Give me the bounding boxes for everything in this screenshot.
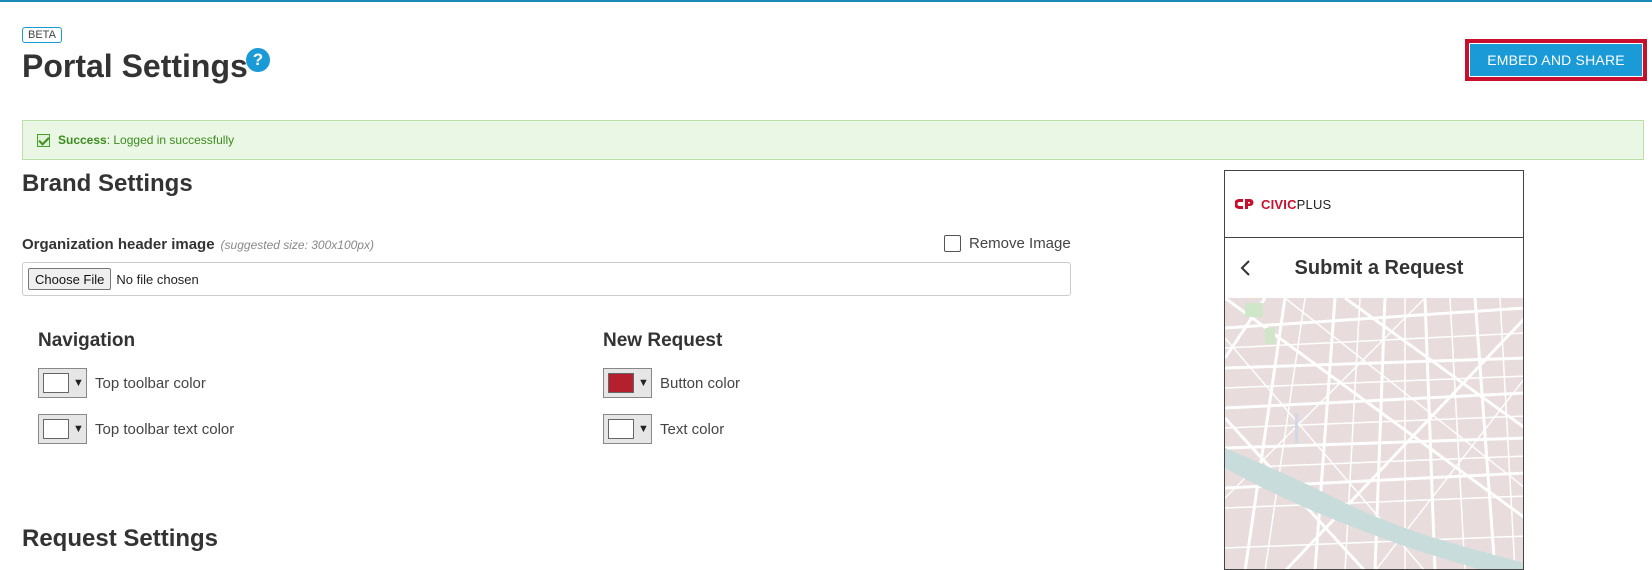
button-color-label: Button color — [660, 374, 741, 392]
caret-down-icon: ▼ — [73, 423, 84, 435]
text-color-picker[interactable]: ▼ — [603, 414, 652, 444]
help-icon[interactable]: ? — [246, 48, 270, 72]
civicplus-logo-text: CIVICPLUS — [1261, 197, 1331, 212]
request-settings-title: Request Settings — [22, 525, 219, 552]
alert-message: : Logged in successfully — [106, 133, 235, 147]
embed-and-share-highlight: EMBED AND SHARE — [1465, 39, 1647, 81]
alert-strong: Success — [58, 133, 107, 147]
text-color-label: Text color — [660, 420, 725, 438]
beta-badge: BETA — [22, 27, 62, 43]
top-toolbar-color-swatch — [43, 373, 69, 393]
top-toolbar-color-row: ▼ Top toolbar color — [38, 368, 206, 398]
brand-settings-title: Brand Settings — [22, 170, 193, 197]
text-color-row: ▼ Text color — [603, 414, 724, 444]
logo-plus: PLUS — [1296, 196, 1332, 212]
text-color-swatch — [608, 419, 634, 439]
navigation-title: Navigation — [38, 330, 136, 351]
logo-civic: CIVIC — [1261, 196, 1297, 212]
header-image-label-text: Organization header image — [22, 236, 215, 253]
new-request-title: New Request — [603, 330, 723, 351]
success-alert: Success : Logged in successfully — [22, 120, 1644, 160]
civicplus-logo-icon — [1235, 198, 1255, 210]
top-toolbar-text-color-row: ▼ Top toolbar text color — [38, 414, 234, 444]
portal-preview: CIVICPLUS Submit a Request — [1224, 170, 1524, 570]
file-status: No file chosen — [116, 271, 199, 287]
top-accent-line — [0, 0, 1652, 2]
preview-map — [1225, 298, 1523, 569]
top-toolbar-color-label: Top toolbar color — [95, 374, 206, 392]
button-color-row: ▼ Button color — [603, 368, 740, 398]
header-image-label: Organization header image (suggested size… — [22, 236, 374, 253]
top-toolbar-text-color-swatch — [43, 419, 69, 439]
remove-image-label: Remove Image — [969, 235, 1071, 252]
preview-nav: Submit a Request — [1225, 238, 1523, 298]
caret-down-icon: ▼ — [638, 423, 649, 435]
file-input[interactable]: Choose File No file chosen — [22, 262, 1071, 296]
remove-image-checkbox[interactable]: Remove Image — [944, 235, 1071, 252]
caret-down-icon: ▼ — [73, 377, 84, 389]
button-color-picker[interactable]: ▼ — [603, 368, 652, 398]
top-toolbar-color-picker[interactable]: ▼ — [38, 368, 87, 398]
preview-title: Submit a Request — [1294, 256, 1464, 279]
caret-down-icon: ▼ — [638, 377, 649, 389]
button-color-swatch — [608, 373, 634, 393]
choose-file-button[interactable]: Choose File — [28, 268, 112, 290]
page-title: Portal Settings — [22, 48, 248, 84]
header-image-hint: (suggested size: 300x100px) — [220, 238, 374, 252]
chevron-left-icon[interactable] — [1237, 258, 1255, 278]
top-toolbar-text-color-picker[interactable]: ▼ — [38, 414, 87, 444]
remove-image-box[interactable] — [944, 235, 961, 252]
top-toolbar-text-color-label: Top toolbar text color — [95, 420, 235, 438]
checkbox-checked-icon — [37, 133, 50, 147]
embed-and-share-button[interactable]: EMBED AND SHARE — [1470, 44, 1642, 76]
preview-header: CIVICPLUS — [1225, 171, 1523, 238]
